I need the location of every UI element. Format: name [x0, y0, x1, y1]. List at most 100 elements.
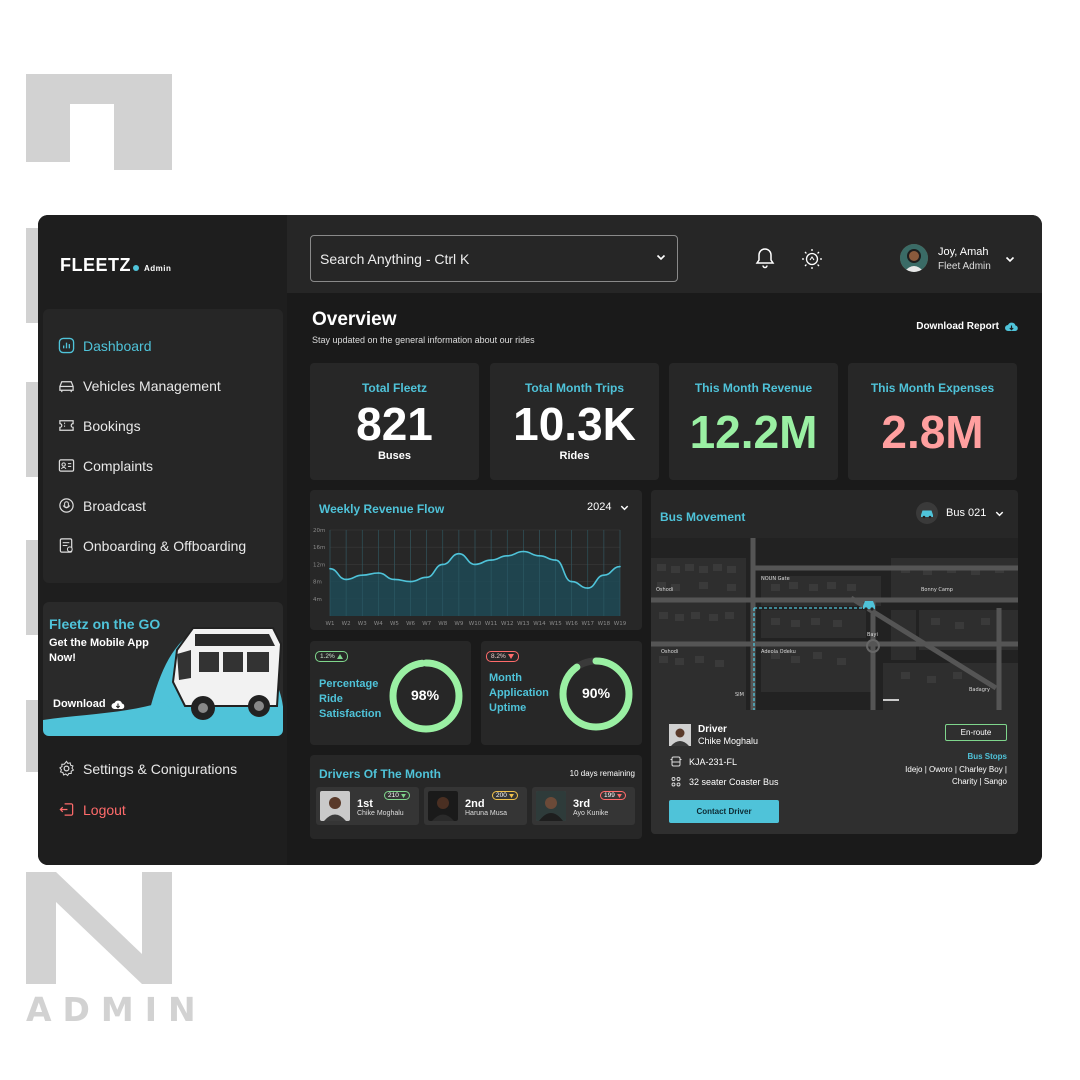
bus-movement-title: Bus Movement — [660, 510, 746, 524]
data-point — [522, 550, 525, 553]
bus-front-icon — [670, 756, 682, 767]
driver-score-value: 200 — [496, 792, 507, 799]
bus-select-value: Bus 021 — [946, 507, 987, 519]
y-tick-label: 12m — [313, 562, 325, 568]
stat-card-total-fleetz: Total Fleetz 821 Buses — [310, 363, 479, 480]
map-label: Badagry — [969, 687, 990, 693]
brand-suffix: Admin — [144, 264, 172, 273]
avatar-portrait — [900, 244, 928, 272]
chevron-down-icon — [621, 505, 629, 510]
driver-card[interactable]: 3rd Ayo Kunike 199 — [532, 787, 635, 825]
brand-dot — [133, 265, 139, 271]
y-tick-label: 8m — [313, 580, 322, 586]
user-name: Joy, Amah — [938, 246, 989, 258]
x-tick-label: W17 — [582, 621, 595, 627]
drivers-title: Drivers Of The Month — [319, 767, 442, 781]
clipboard-icon — [59, 538, 73, 553]
download-report-label: Download Report — [916, 321, 999, 332]
data-point — [409, 580, 412, 583]
y-tick-label: 4m — [313, 597, 322, 603]
kpi-card-satisfaction: 1.2% Percentage Ride Satisfaction 98% — [310, 641, 471, 745]
search-placeholder: Search Anything - Ctrl K — [320, 250, 470, 267]
logout-icon — [59, 803, 74, 816]
kpi-value: 90% — [582, 685, 611, 701]
brand-logo[interactable]: FLEETZ Admin — [60, 255, 171, 276]
sidebar-item-bookings[interactable]: Bookings — [58, 417, 141, 434]
sidebar-item-settings[interactable]: Settings & Conigurations — [58, 760, 237, 777]
x-tick-label: W9 — [454, 621, 463, 627]
x-tick-label: W4 — [374, 621, 383, 627]
deco-admin-text: ADMIN — [26, 990, 207, 1029]
kpi-value: 98% — [411, 687, 440, 703]
data-point — [490, 559, 492, 561]
status-badge: En-route — [945, 724, 1007, 741]
driver-rank: 2nd — [465, 798, 485, 810]
promo-download-label: Download — [53, 698, 106, 710]
stat-value: 2.8M — [881, 406, 984, 458]
driver-score-value: 199 — [604, 792, 615, 799]
x-tick-label: W3 — [358, 621, 367, 627]
data-point — [538, 555, 541, 557]
driver-name: Ayo Kunike — [573, 810, 609, 817]
search-input[interactable]: Search Anything - Ctrl K — [310, 235, 678, 282]
driver-photo — [536, 791, 566, 821]
brightness-icon[interactable] — [801, 248, 823, 270]
promo-subtitle: Get the Mobile App Now! — [49, 637, 149, 664]
settings-label: Settings & Conigurations — [83, 760, 238, 777]
sidebar-item-broadcast[interactable]: Broadcast — [58, 497, 146, 514]
map-label: Oshodi — [661, 649, 678, 655]
x-tick-label: W18 — [598, 621, 611, 627]
stat-unit: Rides — [559, 450, 590, 462]
sidebar-item-label: Dashboard — [83, 337, 152, 354]
contact-driver-button[interactable]: Contact Driver — [669, 800, 779, 823]
map-label: Bonny Camp — [921, 587, 953, 593]
x-tick-label: W2 — [342, 621, 351, 627]
dashboard-window: FLEETZ Admin Dashboard Vehicles Manageme… — [38, 215, 1042, 865]
stat-label: Total Month Trips — [524, 381, 625, 395]
bus-select[interactable]: Bus 021 — [916, 502, 1005, 524]
trend-badge: 1.2% — [315, 651, 348, 662]
deco-letter-n — [26, 872, 172, 984]
sidebar: FLEETZ Admin Dashboard Vehicles Manageme… — [38, 215, 287, 865]
x-tick-label: W16 — [565, 621, 578, 627]
sidebar-item-dashboard[interactable]: Dashboard — [58, 337, 152, 354]
sidebar-item-label: Vehicles Management — [83, 377, 221, 394]
driver-portrait — [669, 724, 691, 746]
driver-card[interactable]: 1st Chike Moghalu 210 — [316, 787, 419, 825]
x-tick-label: W15 — [549, 621, 562, 627]
data-point — [603, 574, 605, 576]
score-up-icon — [508, 793, 514, 798]
drivers-of-month-card: Drivers Of The Month 10 days remaining 1… — [310, 755, 642, 839]
driver-rank: 1st — [357, 798, 373, 810]
driver-portrait — [536, 791, 566, 821]
driver-label: Driver — [698, 724, 727, 735]
driver-score-value: 210 — [388, 792, 399, 799]
download-report-button[interactable]: Download Report — [916, 321, 1019, 332]
year-select[interactable]: 2024 — [587, 501, 630, 513]
bell-icon[interactable] — [755, 247, 775, 269]
stat-label: This Month Revenue — [694, 381, 813, 395]
user-menu-chevron-icon[interactable] — [1004, 253, 1016, 265]
dashboard-icon — [58, 337, 75, 354]
user-avatar[interactable] — [900, 244, 928, 272]
logout-button[interactable]: Logout — [58, 801, 126, 818]
bus-route-map[interactable]: NOUN Gate Oshodi Bonny Camp Bayi Oshodi … — [651, 538, 1018, 710]
y-tick-label: 20m — [313, 528, 325, 534]
map-label: Bayi — [867, 632, 878, 638]
sidebar-item-onboarding[interactable]: Onboarding & Offboarding — [58, 537, 246, 554]
x-tick-label: W12 — [501, 621, 513, 627]
map-label: SIM — [735, 692, 744, 698]
data-point — [361, 574, 364, 576]
chevron-down-icon — [656, 254, 666, 261]
stat-unit: Buses — [377, 450, 412, 462]
sidebar-item-vehicles[interactable]: Vehicles Management — [58, 377, 221, 394]
driver-score: 199 — [600, 791, 626, 800]
x-tick-label: W19 — [614, 621, 627, 627]
x-tick-label: W7 — [422, 621, 431, 627]
data-point — [570, 580, 573, 583]
promo-download-button[interactable]: Download — [53, 698, 125, 710]
driver-card[interactable]: 2nd Haruna Musa 200 — [424, 787, 527, 825]
sidebar-item-complaints[interactable]: Complaints — [58, 457, 153, 474]
kpi-card-uptime: 8.2% Month Application Uptime 90% — [481, 641, 642, 745]
id-card-icon — [58, 459, 75, 472]
